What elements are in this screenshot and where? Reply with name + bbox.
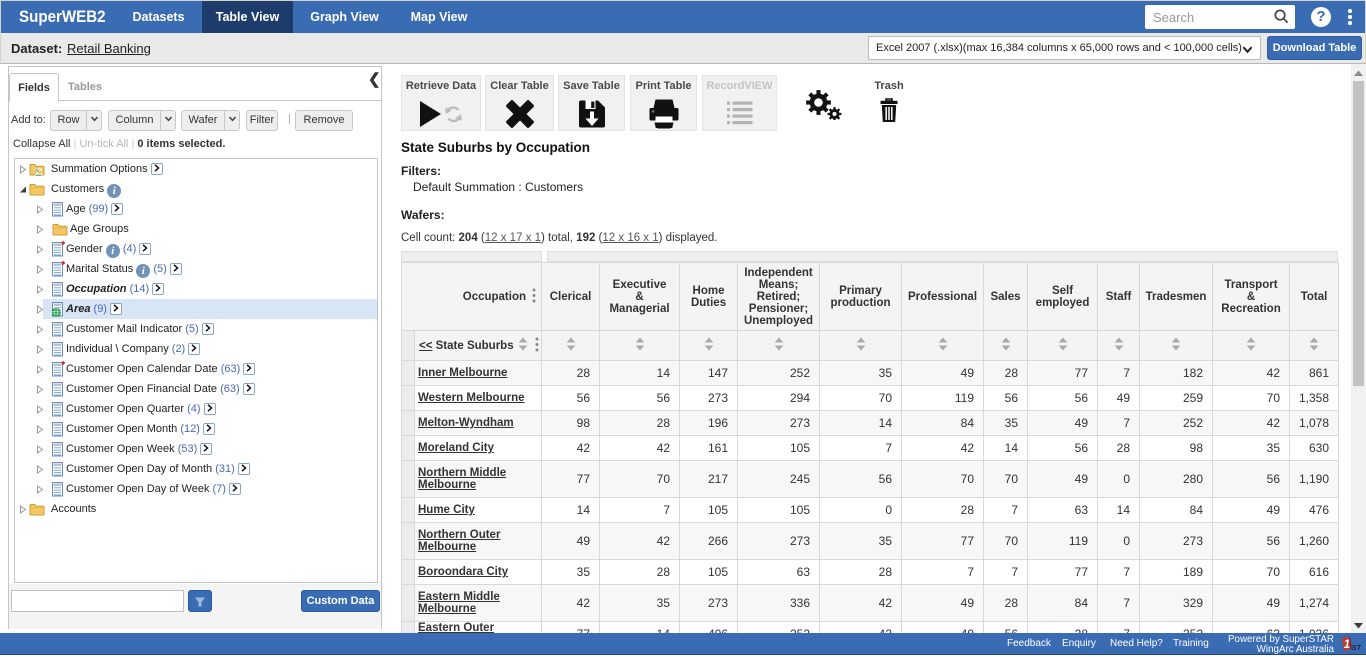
svg-text:ST: ST — [1352, 643, 1362, 652]
svg-text:1: 1 — [1344, 639, 1350, 651]
svg-text:Σ: Σ — [35, 165, 43, 176]
